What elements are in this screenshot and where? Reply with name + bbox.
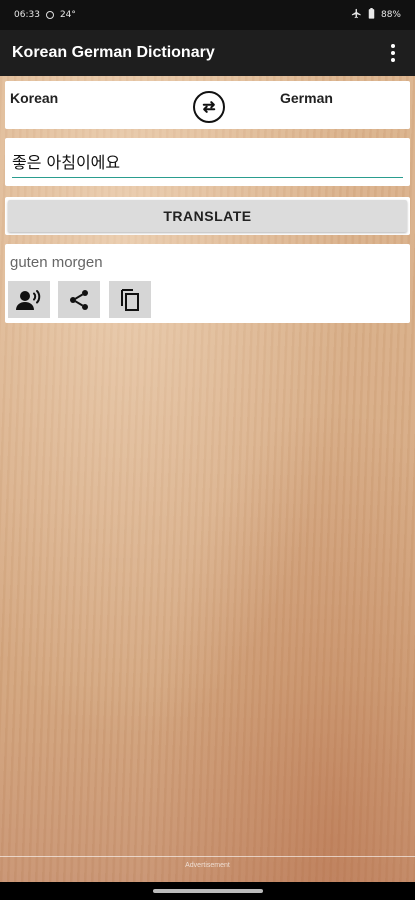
ad-divider (0, 856, 415, 857)
input-card (5, 138, 410, 186)
result-card: guten morgen (5, 244, 410, 323)
app-title: Korean German Dictionary (12, 44, 215, 61)
ad-label: Advertisement (185, 862, 230, 869)
source-language[interactable]: Korean (10, 90, 58, 106)
translate-button[interactable]: TRANSLATE (8, 200, 407, 232)
status-bar: 06:33 24° 88% (0, 0, 415, 30)
status-dot-icon (45, 11, 54, 19)
battery-level: 88% (380, 10, 401, 20)
swap-icon[interactable] (193, 91, 225, 123)
copy-icon[interactable] (109, 281, 151, 318)
airplane-icon (351, 8, 362, 22)
speak-icon[interactable] (8, 281, 50, 318)
status-temperature: 24° (59, 10, 76, 20)
translation-result: guten morgen (10, 254, 103, 271)
gesture-nav-bar (0, 882, 415, 900)
target-language[interactable]: German (280, 90, 333, 106)
app-bar: Korean German Dictionary (0, 30, 415, 76)
language-selector-card: Korean German (5, 81, 410, 129)
status-time: 06:33 (14, 10, 40, 20)
main-content: Korean German TRANSLATE guten morgen (0, 76, 415, 882)
overflow-menu-icon[interactable] (383, 38, 403, 68)
translate-button-container: TRANSLATE (5, 197, 410, 235)
share-icon[interactable] (58, 281, 100, 318)
home-handle[interactable] (152, 889, 263, 893)
battery-icon (368, 8, 375, 22)
source-text-input[interactable] (12, 146, 403, 178)
